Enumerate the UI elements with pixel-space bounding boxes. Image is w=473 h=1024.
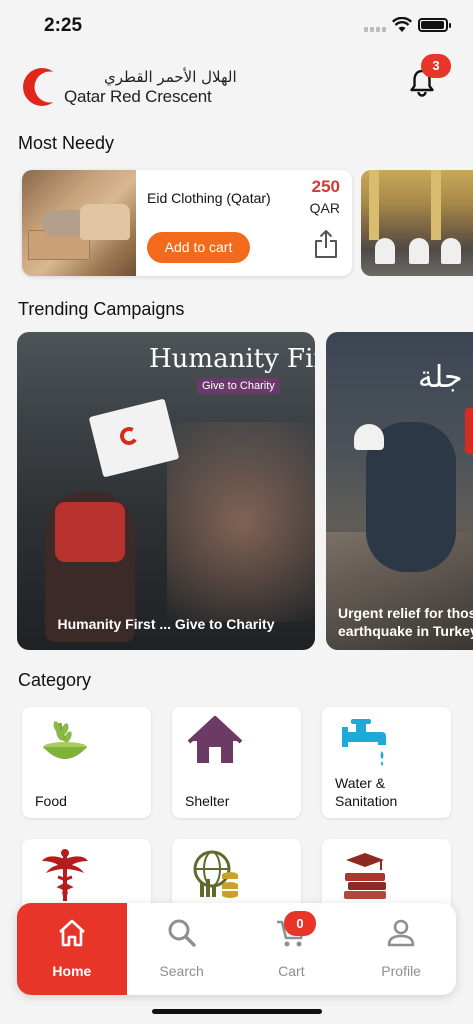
most-needy-card-partial[interactable] (361, 170, 473, 276)
status-bar: 2:25 (0, 0, 473, 50)
category-shelter[interactable]: Shelter (172, 707, 301, 818)
profile-icon (387, 919, 415, 947)
category-label: Water & Sanitation (335, 774, 397, 810)
home-icon (58, 919, 85, 947)
category-food[interactable]: Food (22, 707, 151, 818)
wifi-icon (392, 17, 412, 32)
category-title: Category (18, 670, 92, 690)
campaign-caption-line1: Urgent relief for thos (338, 605, 473, 621)
share-icon[interactable] (314, 229, 338, 259)
logo-english-text: Qatar Red Crescent (64, 87, 212, 106)
logo-arabic-text: الهلال الأحمر القطري (104, 68, 237, 86)
needy-item-name: Eid Clothing (Qatar) (147, 190, 271, 206)
cellular-signal-icon (364, 27, 386, 33)
nav-home[interactable]: Home (17, 903, 127, 995)
qrc-logo: الهلال الأحمر القطري Qatar Red Crescent (22, 65, 237, 109)
category-water-sanitation[interactable]: Water & Sanitation (322, 707, 451, 818)
campaign-caption-line2: earthquake in Turkey (338, 623, 473, 639)
education-books-icon (344, 853, 386, 899)
cart-count-badge: 0 (284, 911, 316, 936)
category-label: Food (35, 793, 67, 809)
campaign-subheadline: Give to Charity (197, 378, 280, 394)
battery-icon (418, 18, 451, 32)
most-needy-title: Most Needy (18, 133, 115, 153)
nav-label: Profile (381, 963, 421, 979)
economic-globe-icon (193, 850, 238, 898)
nav-label: Home (52, 963, 92, 979)
eid-clothing-image (22, 170, 136, 276)
nav-label: Search (159, 963, 204, 979)
bottom-navigation: Home Search Cart Profile (17, 903, 456, 995)
add-to-cart-button[interactable]: Add to cart (147, 232, 250, 263)
campaign-arabic-headline: جلة (418, 360, 463, 395)
nav-search[interactable]: Search (127, 903, 237, 995)
most-needy-card[interactable]: Eid Clothing (Qatar) 250 QAR Add to cart (22, 170, 352, 276)
status-time: 2:25 (44, 15, 83, 36)
needy-item-price: 250 (311, 177, 340, 196)
campaign-card-earthquake[interactable]: جلة Urgent relief for thos earthquake in… (326, 332, 473, 650)
nav-label: Cart (278, 963, 305, 979)
campaign-caption: Humanity First ... Give to Charity (57, 616, 275, 632)
search-icon (168, 919, 196, 947)
category-label-line2: Sanitation (335, 793, 398, 809)
needy-item-currency: QAR (309, 200, 340, 216)
nav-profile[interactable]: Profile (346, 903, 456, 995)
campaign-headline: Humanity First (149, 344, 315, 374)
category-label-line1: Water & (335, 775, 386, 791)
house-icon (188, 716, 242, 763)
food-bowl-icon (43, 721, 87, 759)
campaign-card-humanity-first[interactable]: Humanity First Give to Charity Humanity … (17, 332, 315, 650)
category-label: Shelter (185, 793, 230, 809)
medical-caduceus-icon (42, 849, 88, 901)
campaign-caption: Urgent relief for thos earthquake in Tur… (338, 604, 473, 640)
crescent-logo-icon (23, 68, 62, 106)
notification-badge: 3 (421, 54, 451, 78)
water-tap-icon (342, 719, 386, 766)
trending-campaigns-title: Trending Campaigns (18, 299, 185, 319)
home-indicator (152, 1009, 322, 1014)
